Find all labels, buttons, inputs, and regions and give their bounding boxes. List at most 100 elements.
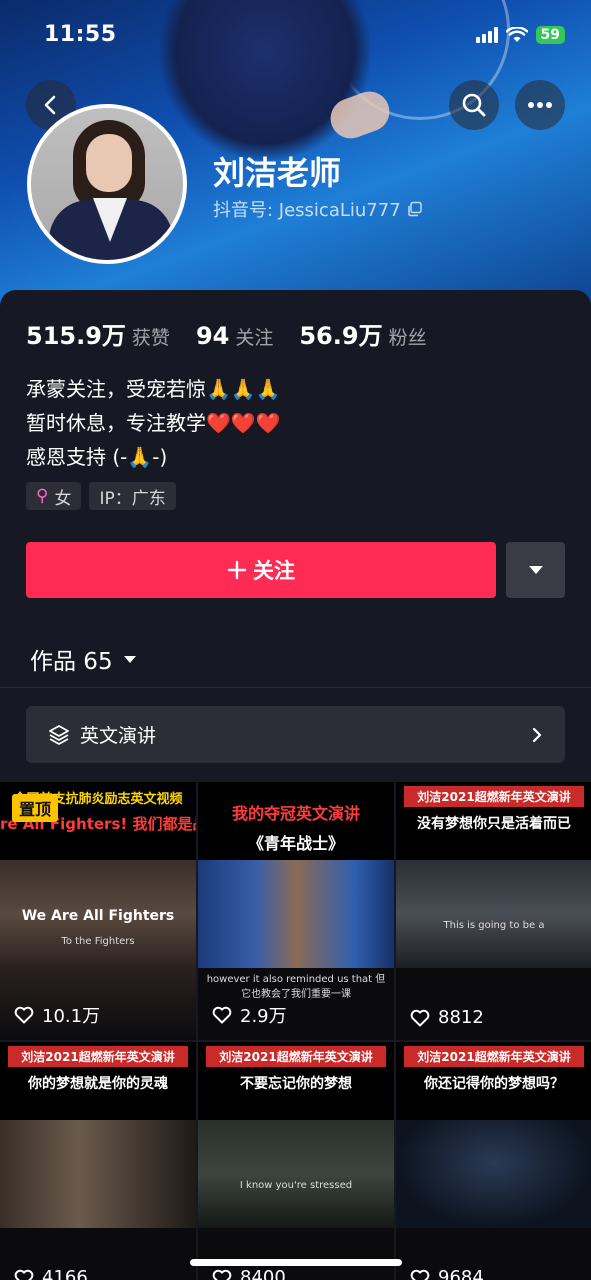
video-title-area: 刘洁2021超燃新年英文演讲 你还记得你的梦想吗？ [396, 1042, 591, 1120]
like-count-value: 2.9万 [240, 1006, 287, 1027]
video-thumbnail[interactable]: 刘洁2021超燃新年英文演讲 没有梦想你只是活着而已 This is going… [396, 782, 591, 1040]
douyin-id-text: 抖音号: JessicaLiu777 [213, 200, 401, 221]
gender-label: 女 [54, 488, 72, 509]
video-scene [198, 860, 394, 968]
like-count: 8812 [410, 1007, 484, 1028]
bio-line: 感恩支持 (-🙏-) [26, 445, 168, 469]
stat-label: 获赞 [131, 327, 170, 349]
caret-down-icon [123, 655, 136, 663]
like-count-value: 8400 [240, 1267, 286, 1280]
like-count: 2.9万 [212, 1002, 287, 1028]
video-scene [0, 1120, 196, 1228]
heart-icon [410, 1269, 430, 1280]
scene-subtitle: This is going to be a [443, 920, 545, 931]
ip-location-label: IP：广东 [99, 488, 166, 509]
video-grid: 置顶 全网首支抗肺炎励志英文视频 re All Fighters! 我们都是战士… [0, 782, 591, 1280]
video-scene: I know you're stressed [198, 1120, 394, 1228]
female-icon: ⚲ [36, 486, 49, 506]
banner-speaker-figure [160, 0, 370, 160]
tab-works[interactable]: 作品 65 [30, 642, 137, 676]
like-count-value: 9684 [438, 1267, 484, 1280]
stat-label: 关注 [235, 327, 274, 349]
pinned-badge: 置顶 [12, 794, 59, 822]
heart-icon [14, 1006, 34, 1024]
video-thumbnail[interactable]: 我的夺冠英文演讲 《青年战士》 however it also reminded… [198, 782, 394, 1040]
stat-label: 粉丝 [388, 327, 427, 349]
like-count: 4166 [14, 1267, 88, 1280]
home-indicator[interactable] [190, 1259, 402, 1266]
video-title-line2: 不要忘记你的梦想 [240, 1076, 352, 1092]
stat-likes[interactable]: 515.9万 获赞 [26, 316, 170, 351]
like-count: 10.1万 [14, 1002, 100, 1028]
like-count-value: 8812 [438, 1007, 484, 1028]
like-count: 8400 [212, 1267, 286, 1280]
video-title-line2: 你还记得你的梦想吗？ [424, 1076, 564, 1092]
caret-down-icon [528, 566, 543, 574]
video-title-line1: 刘洁2021超燃新年英文演讲 [404, 786, 584, 807]
video-title-area: 我的夺冠英文演讲 《青年战士》 [198, 782, 394, 860]
like-count: 9684 [410, 1267, 484, 1280]
follow-label: 关注 [253, 559, 295, 583]
heart-icon [212, 1006, 232, 1024]
profile-nickname: 刘洁老师 [213, 154, 342, 192]
scene-subtitle: I know you're stressed [239, 1180, 353, 1191]
status-icons: 59 [475, 26, 565, 44]
heart-icon [14, 1269, 34, 1280]
heart-icon [212, 1269, 232, 1280]
douyin-id-row[interactable]: 抖音号: JessicaLiu777 [213, 196, 423, 222]
video-title-area: 刘洁2021超燃新年英文演讲 你的梦想就是你的灵魂 [0, 1042, 196, 1120]
scene-subtitle: To the Fighters [61, 936, 135, 947]
cellular-signal-icon [475, 27, 498, 43]
stat-followers[interactable]: 56.9万 粉丝 [299, 316, 426, 351]
recommend-dropdown-button[interactable] [506, 542, 565, 598]
divider [0, 687, 591, 688]
collection-entry[interactable]: 英文演讲 [26, 706, 565, 763]
bio-line: 暂时休息，专注教学❤️❤️❤️ [26, 411, 281, 435]
copy-icon[interactable] [407, 201, 423, 217]
video-thumbnail[interactable]: 刘洁2021超燃新年英文演讲 不要忘记你的梦想 I know you're st… [198, 1042, 394, 1280]
like-count-value: 4166 [42, 1267, 88, 1280]
stat-following[interactable]: 94 关注 [196, 322, 273, 350]
search-button[interactable] [449, 80, 499, 130]
more-dots-icon [528, 102, 552, 108]
collection-label: 英文演讲 [80, 725, 157, 747]
works-tab-label: 作品 65 [30, 649, 113, 675]
stat-value: 94 [195, 322, 230, 350]
video-title-line1: 刘洁2021超燃新年英文演讲 [8, 1046, 188, 1067]
stat-value: 515.9万 [26, 322, 126, 350]
profile-tags: ⚲ 女 IP：广东 [26, 482, 176, 510]
profile-stats: 515.9万 获赞 94 关注 56.9万 粉丝 [26, 316, 427, 351]
layers-icon [49, 724, 69, 745]
more-options-button[interactable] [515, 80, 565, 130]
video-title-area: 刘洁2021超燃新年英文演讲 没有梦想你只是活着而已 [396, 782, 591, 860]
video-scene: We Are All Fighters To the Fighters [0, 860, 196, 968]
video-thumbnail[interactable]: 刘洁2021超燃新年英文演讲 你还记得你的梦想吗？ 9684 [396, 1042, 591, 1280]
video-thumbnail[interactable]: 刘洁2021超燃新年英文演讲 你的梦想就是你的灵魂 4166 [0, 1042, 196, 1280]
ip-location-tag: IP：广东 [89, 482, 176, 510]
profile-bio: 承蒙关注，受宠若惊🙏🙏🙏 暂时休息，专注教学❤️❤️❤️ 感恩支持 (-🙏-) [26, 372, 281, 474]
plus-icon [227, 560, 247, 580]
search-icon [462, 93, 486, 117]
video-title-line1: 我的夺冠英文演讲 [231, 804, 360, 823]
heart-icon [410, 1009, 430, 1026]
video-scene: This is going to be a [396, 860, 591, 968]
video-title-line2: 你的梦想就是你的灵魂 [28, 1076, 168, 1092]
video-title-area: 刘洁2021超燃新年英文演讲 不要忘记你的梦想 [198, 1042, 394, 1120]
battery-indicator: 59 [535, 26, 565, 44]
follow-button[interactable]: 关注 [26, 542, 496, 598]
stat-value: 56.9万 [299, 322, 383, 350]
chevron-right-icon [532, 727, 542, 742]
avatar[interactable] [27, 104, 187, 264]
video-title-line2: 《青年战士》 [247, 834, 344, 853]
scene-subtitle: however it also reminded us that 但它也教会了我… [206, 974, 386, 1000]
gender-tag: ⚲ 女 [26, 482, 82, 510]
profile-card: 515.9万 获赞 94 关注 56.9万 粉丝 承蒙关注，受宠若惊🙏🙏🙏 暂时… [0, 290, 591, 1280]
video-title-line1: 刘洁2021超燃新年英文演讲 [206, 1046, 386, 1067]
video-thumbnail[interactable]: 置顶 全网首支抗肺炎励志英文视频 re All Fighters! 我们都是战士… [0, 782, 196, 1040]
status-time: 11:55 [44, 22, 117, 47]
video-scene [396, 1120, 591, 1228]
scene-caption: We Are All Fighters [21, 908, 175, 924]
bio-line: 承蒙关注，受宠若惊🙏🙏🙏 [26, 377, 281, 401]
wifi-icon [505, 27, 528, 42]
like-count-value: 10.1万 [42, 1006, 101, 1027]
